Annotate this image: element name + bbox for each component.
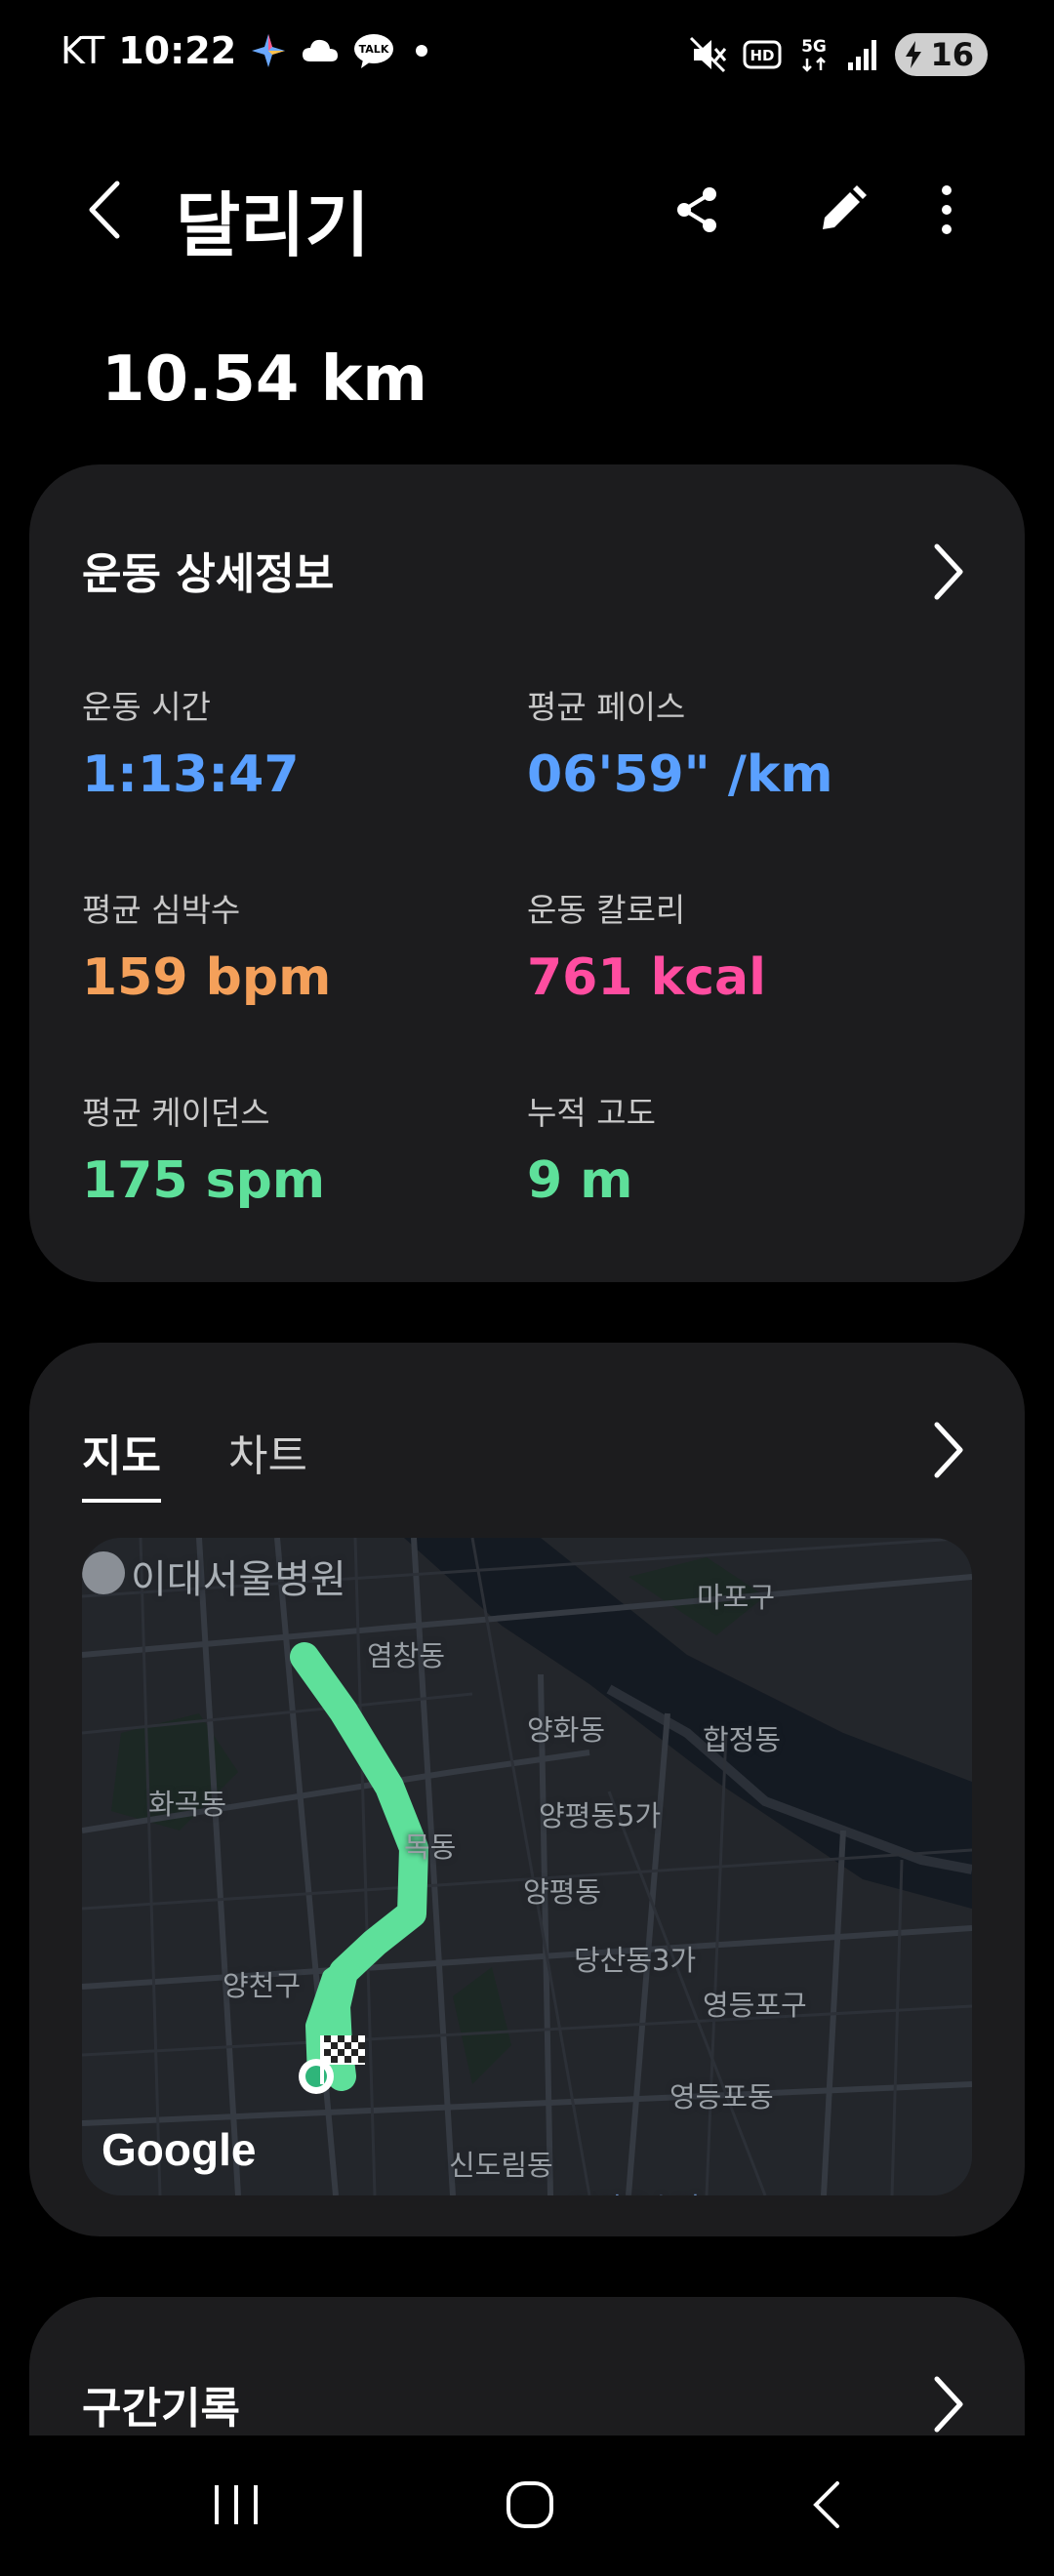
system-nav-bar (0, 2435, 1054, 2576)
metric-value: 06'59" /km (527, 745, 833, 804)
map-label: 양평동5가 (539, 1799, 662, 1832)
battery-level: 16 (930, 36, 974, 73)
metric-label: 누적 고도 (527, 1094, 656, 1132)
metric-label: 평균 심박수 (82, 891, 241, 929)
cloud-icon (301, 36, 340, 65)
more-options-button[interactable] (912, 176, 981, 244)
battery-charging-icon (906, 41, 922, 68)
metric-duration: 운동 시간 1:13:47 (82, 681, 511, 804)
metric-value: 1:13:47 (82, 745, 300, 804)
map-label: 양화동 (527, 1713, 606, 1747)
metric-value: 159 bpm (82, 948, 332, 1007)
back-nav-icon (813, 2481, 839, 2528)
carrier-label: KT (61, 29, 105, 72)
status-bar: KT 10:22 TALK HD 5G 16 (0, 0, 1054, 115)
card-title: 구간기록 (82, 2384, 240, 2434)
metric-cadence: 평균 케이던스 175 spm (82, 1087, 511, 1210)
recent-apps-icon (215, 2485, 258, 2524)
metric-label: 운동 시간 (82, 688, 211, 726)
chevron-right-icon[interactable] (929, 541, 968, 603)
tab-map[interactable]: 지도 (82, 1421, 161, 1503)
map-background (82, 1538, 972, 2195)
clock: 10:22 (118, 29, 237, 72)
map-label: 신도림동 (449, 2149, 553, 2182)
talk-icon: TALK (353, 32, 394, 69)
map-label: 합정동 (703, 1723, 782, 1756)
metric-heart-rate: 평균 심박수 159 bpm (82, 884, 511, 1007)
map-label: 이대서울병원 (131, 1557, 346, 1602)
map-label: 영등포구 (703, 1989, 807, 2022)
svg-text:HD: HD (750, 47, 775, 64)
share-button[interactable] (664, 176, 732, 244)
map-label: 목동 (404, 1831, 457, 1864)
map-label: 양천구 (223, 1969, 302, 2002)
signal-icon (846, 37, 879, 72)
metric-label: 평균 페이스 (527, 688, 686, 726)
metric-elevation: 누적 고도 9 m (527, 1087, 956, 1210)
workout-details-card[interactable]: 운동 상세정보 운동 시간 1:13:47 평균 페이스 06'59" /km … (29, 464, 1025, 1282)
edit-button[interactable] (808, 176, 876, 244)
svg-text:5G: 5G (802, 37, 828, 57)
hd-icon: HD (743, 39, 782, 70)
google-attribution: Google (101, 2124, 257, 2175)
home-icon (507, 2481, 553, 2528)
5g-icon: 5G (797, 35, 831, 74)
map-label: 당산동3가 (574, 1944, 697, 1977)
notification-dot-icon (416, 45, 428, 57)
chevron-right-icon[interactable] (929, 2373, 968, 2435)
map-chart-card: 지도 차트 이대서울병원 마포구 염창동 양화동 합정동 화곡동 양평동5가 목… (29, 1343, 1025, 2236)
map-label: 염창동 (367, 1639, 446, 1672)
route-map[interactable]: 이대서울병원 마포구 염창동 양화동 합정동 화곡동 양평동5가 목동 양평동 … (82, 1538, 972, 2195)
back-icon (89, 181, 120, 239)
back-button[interactable] (78, 176, 137, 244)
map-label: 도림유수지 (570, 2186, 700, 2195)
map-label: 양평동 (523, 1875, 602, 1909)
map-label: 영등포동 (669, 2080, 774, 2113)
app-header: 달리기 (0, 146, 1054, 273)
metric-pace: 평균 페이스 06'59" /km (527, 681, 956, 804)
back-nav-button[interactable] (789, 2471, 867, 2539)
map-label: 마포구 (697, 1581, 776, 1614)
share-icon (677, 187, 716, 232)
page-title: 달리기 (176, 184, 370, 266)
metric-calories: 운동 칼로리 761 kcal (527, 884, 956, 1007)
edit-icon (823, 185, 867, 229)
metric-label: 평균 케이던스 (82, 1094, 270, 1132)
home-button[interactable] (491, 2471, 569, 2539)
metric-value: 761 kcal (527, 948, 766, 1007)
recent-apps-button[interactable] (197, 2471, 275, 2539)
svg-text:TALK: TALK (359, 43, 389, 56)
metric-label: 운동 칼로리 (527, 891, 686, 929)
battery-indicator: 16 (895, 33, 988, 76)
metric-value: 175 spm (82, 1151, 326, 1210)
map-label: 화곡동 (148, 1788, 227, 1821)
ai-sparkle-icon (250, 32, 287, 69)
mute-icon (688, 35, 727, 74)
tab-chart[interactable]: 차트 (228, 1421, 307, 1483)
metric-value: 9 m (527, 1151, 633, 1210)
total-distance: 10.54 km (101, 343, 427, 416)
chevron-right-icon[interactable] (929, 1419, 968, 1481)
card-title: 운동 상세정보 (82, 549, 335, 599)
more-icon (942, 185, 952, 234)
